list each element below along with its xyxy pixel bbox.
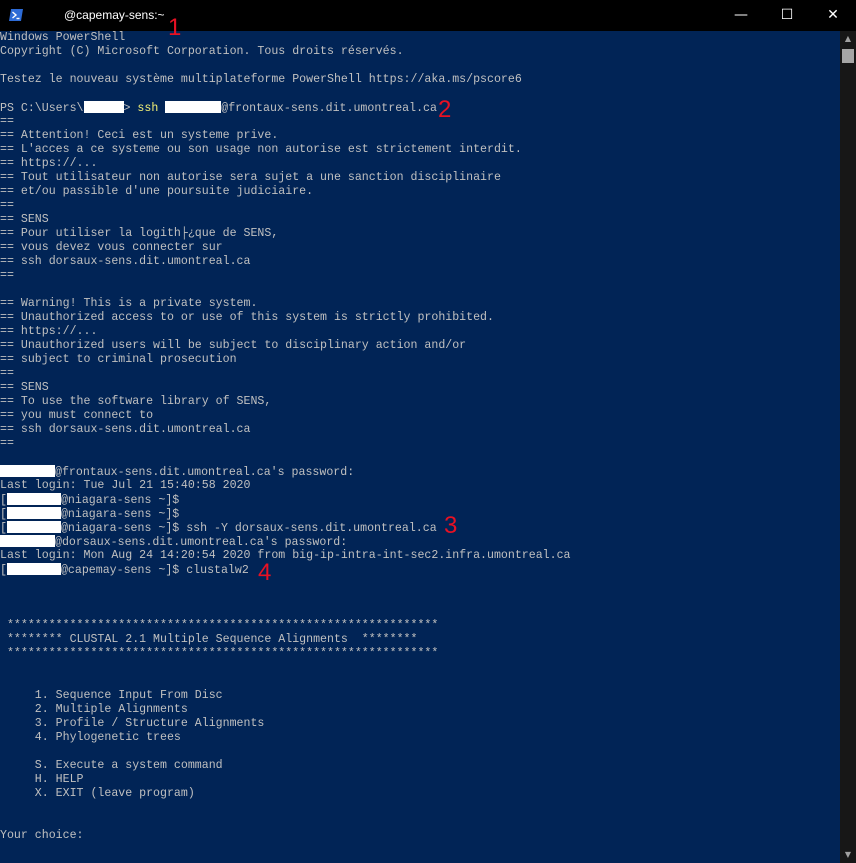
minimize-button[interactable]: — bbox=[718, 0, 764, 31]
redacted-username bbox=[0, 535, 55, 547]
prompt-end: > bbox=[123, 102, 138, 115]
terminal-line: == bbox=[0, 367, 14, 380]
menu-item-system-command: S. Execute a system command bbox=[0, 759, 223, 772]
redacted-username bbox=[6, 521, 61, 533]
redacted-username bbox=[6, 493, 61, 505]
terminal-line: == et/ou passible d'une poursuite judici… bbox=[0, 185, 314, 198]
choice-prompt: Your choice: bbox=[0, 829, 84, 842]
ssh-command-line: PS C:\Users\ > ssh @frontaux-sens.dit.umo… bbox=[0, 101, 437, 115]
clustal-banner-line: ****************************************… bbox=[0, 619, 439, 632]
shell-prompt-line: [ @niagara-sens ~]$ bbox=[0, 493, 179, 507]
scroll-up-arrow-icon[interactable]: ▲ bbox=[840, 31, 856, 47]
menu-item-sequence-input: 1. Sequence Input From Disc bbox=[0, 689, 223, 702]
bracket: [ bbox=[0, 522, 7, 535]
terminal-line: == bbox=[0, 437, 14, 450]
vertical-scrollbar[interactable]: ▲ ▼ bbox=[840, 31, 856, 863]
redacted-username bbox=[0, 465, 55, 477]
menu-item-exit: X. EXIT (leave program) bbox=[0, 787, 195, 800]
terminal-line: Windows PowerShell bbox=[0, 31, 126, 44]
terminal-line: == bbox=[0, 269, 14, 282]
window-title: @capemay-sens:~ bbox=[28, 8, 165, 22]
terminal-line: == SENS bbox=[0, 381, 49, 394]
shell-prompt-line: [ @capemay-sens ~]$ clustalw2 bbox=[0, 563, 249, 577]
redacted-username bbox=[83, 101, 124, 113]
prompt-path: PS C:\Users\ bbox=[0, 102, 84, 115]
terminal-line: == L'acces a ce systeme ou son usage non… bbox=[0, 143, 522, 156]
shell-prompt-text: @niagara-sens ~]$ ssh -Y dorsaux-sens.di… bbox=[60, 522, 437, 535]
annotation-marker-4: 4 bbox=[258, 559, 272, 586]
terminal-line: Last login: Tue Jul 21 15:40:58 2020 bbox=[0, 479, 251, 492]
shell-prompt-line: [ @niagara-sens ~]$ bbox=[0, 507, 179, 521]
menu-item-profile-alignments: 3. Profile / Structure Alignments bbox=[0, 717, 265, 730]
redacted-username bbox=[165, 101, 222, 113]
shell-prompt-text: @capemay-sens ~]$ clustalw2 bbox=[60, 564, 249, 577]
menu-item-multiple-alignments: 2. Multiple Alignments bbox=[0, 703, 188, 716]
password-prompt-line: @frontaux-sens.dit.umontreal.ca's passwo… bbox=[0, 465, 354, 479]
redacted-username bbox=[6, 563, 61, 575]
clustal-title: ******** CLUSTAL 2.1 Multiple Sequence A… bbox=[0, 633, 418, 646]
terminal-line: == https://... bbox=[0, 325, 98, 338]
terminal-line: == Tout utilisateur non autorise sera su… bbox=[0, 171, 501, 184]
shell-prompt-text: @niagara-sens ~]$ bbox=[60, 494, 180, 507]
terminal-line: == SENS bbox=[0, 213, 49, 226]
terminal-line: == ssh dorsaux-sens.dit.umontreal.ca bbox=[0, 255, 251, 268]
bracket: [ bbox=[0, 508, 7, 521]
password-prompt-text: @frontaux-sens.dit.umontreal.ca's passwo… bbox=[55, 466, 355, 479]
terminal-output[interactable]: Windows PowerShell Copyright (C) Microso… bbox=[0, 31, 840, 863]
ssh-command: ssh bbox=[137, 102, 166, 115]
terminal-line: == subject to criminal prosecution bbox=[0, 353, 237, 366]
annotation-marker-2: 2 bbox=[438, 96, 452, 123]
scroll-down-arrow-icon[interactable]: ▼ bbox=[840, 847, 856, 863]
terminal-line: == Pour utiliser la logith├¿que de SENS, bbox=[0, 227, 279, 240]
terminal-line: == Unauthorized access to or use of this… bbox=[0, 311, 494, 324]
terminal-line: == https://... bbox=[0, 157, 98, 170]
menu-item-phylogenetic-trees: 4. Phylogenetic trees bbox=[0, 731, 181, 744]
shell-prompt-line: [ @niagara-sens ~]$ ssh -Y dorsaux-sens.d… bbox=[0, 521, 437, 535]
terminal-line: == Unauthorized users will be subject to… bbox=[0, 339, 467, 352]
close-button[interactable]: ✕ bbox=[810, 0, 856, 31]
password-prompt-text: @dorsaux-sens.dit.umontreal.ca's passwor… bbox=[55, 536, 348, 549]
powershell-icon bbox=[9, 9, 23, 21]
redacted-username bbox=[28, 9, 64, 21]
annotation-marker-3: 3 bbox=[444, 512, 458, 539]
menu-item-help: H. HELP bbox=[0, 773, 84, 786]
terminal-line: == bbox=[0, 199, 14, 212]
annotation-marker-1: 1 bbox=[168, 14, 182, 41]
scrollbar-thumb[interactable] bbox=[842, 49, 854, 63]
terminal-line: == To use the software library of SENS, bbox=[0, 395, 272, 408]
shell-prompt-text: @niagara-sens ~]$ bbox=[60, 508, 180, 521]
title-bar: @capemay-sens:~ — ☐ ✕ bbox=[0, 0, 856, 31]
terminal-line: == bbox=[0, 115, 14, 128]
terminal-line: == vous devez vous connecter sur bbox=[0, 241, 223, 254]
password-prompt-line: @dorsaux-sens.dit.umontreal.ca's passwor… bbox=[0, 535, 347, 549]
terminal-line: == ssh dorsaux-sens.dit.umontreal.ca bbox=[0, 423, 251, 436]
redacted-username bbox=[6, 507, 61, 519]
maximize-button[interactable]: ☐ bbox=[764, 0, 810, 31]
ssh-host: @frontaux-sens.dit.umontreal.ca bbox=[221, 102, 437, 115]
bracket: [ bbox=[0, 564, 7, 577]
terminal-line: == Warning! This is a private system. bbox=[0, 297, 258, 310]
bracket: [ bbox=[0, 494, 7, 507]
terminal-line: Testez le nouveau système multiplateform… bbox=[0, 73, 522, 86]
terminal-line: == you must connect to bbox=[0, 409, 154, 422]
clustal-banner-line: ****************************************… bbox=[0, 647, 439, 660]
terminal-line: Copyright (C) Microsoft Corporation. Tou… bbox=[0, 45, 404, 58]
terminal-line: Last login: Mon Aug 24 14:20:54 2020 fro… bbox=[0, 549, 571, 562]
terminal-line: == Attention! Ceci est un systeme prive. bbox=[0, 129, 279, 142]
